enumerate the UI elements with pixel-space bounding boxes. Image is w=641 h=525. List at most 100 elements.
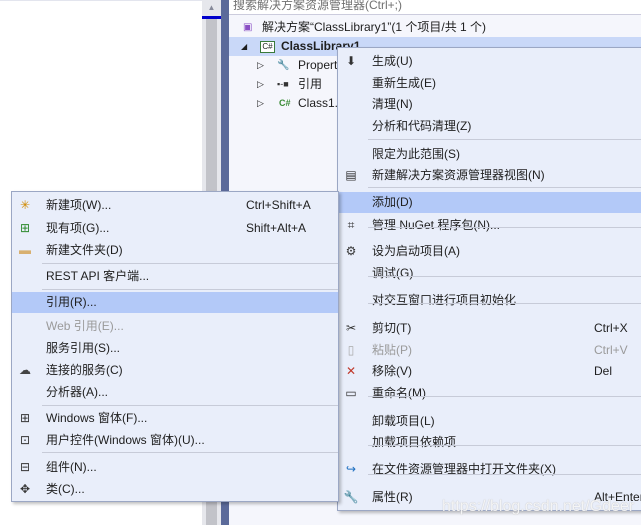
- menu-item[interactable]: ▤ 新建解决方案资源管理器视图(N): [338, 165, 641, 186]
- gear-icon: ⚙: [345, 244, 357, 258]
- menu-item-label: 新建项(W)...: [46, 198, 112, 212]
- menu-item[interactable]: ↪ 在文件资源管理器中打开文件夹(X): [338, 459, 641, 480]
- menu-item[interactable]: ⊞ 现有项(G)... Shift+Alt+A: [12, 218, 338, 239]
- menu-item-label: 添加(D): [372, 195, 413, 209]
- menu-separator: [42, 263, 338, 264]
- menu-item-shortcut: Ctrl+X: [594, 321, 628, 335]
- menu-item-label: 新建解决方案资源管理器视图(N): [372, 168, 545, 182]
- menu-item[interactable]: 分析和代码清理(Z): [338, 116, 641, 137]
- menu-item[interactable]: ▯ 粘贴(P) Ctrl+V: [338, 340, 641, 361]
- menu-item[interactable]: REST API 客户端...: [12, 266, 338, 287]
- add-submenu: ✳ 新建项(W)... Ctrl+Shift+A ⊞ 现有项(G)... Shift+Al…: [11, 191, 339, 502]
- collapsed-arrow-icon[interactable]: ▷: [257, 75, 264, 94]
- menu-separator: [368, 139, 641, 140]
- connected-service-icon: ☁: [19, 363, 31, 377]
- menu-item[interactable]: ⊟ 组件(N)...: [12, 457, 338, 478]
- new-view-icon: ▤: [345, 168, 357, 182]
- menu-separator: [368, 276, 641, 277]
- search-input[interactable]: 搜索解决方案资源管理器(Ctrl+;): [229, 0, 641, 15]
- menu-item-shortcut: Alt+Enter: [594, 490, 641, 504]
- menu-item-label: 分析器(A)...: [46, 385, 108, 399]
- remove-icon: ✕: [345, 364, 357, 378]
- menu-item-label: 用户控件(Windows 窗体)(U)...: [46, 433, 205, 447]
- menu-item-label: 对交互窗口进行项目初始化: [372, 293, 517, 307]
- menu-item[interactable]: 加载项目依赖项: [338, 432, 641, 453]
- menu-item[interactable]: 分析器(A)...: [12, 382, 338, 403]
- menu-item[interactable]: ▭ 重命名(M): [338, 383, 641, 404]
- menu-item-label: 清理(N): [372, 97, 413, 111]
- menu-item[interactable]: ⌗ 管理 NuGet 程序包(N)...: [338, 215, 641, 236]
- menu-item[interactable]: Web 引用(E)...: [12, 316, 338, 337]
- menu-item-label: 设为启动项目(A): [372, 244, 460, 258]
- menu-item-label: 属性(R): [372, 490, 413, 504]
- menu-item[interactable]: ⚙ 设为启动项目(A): [338, 241, 641, 262]
- solution-icon: ▣: [243, 22, 253, 33]
- menu-item-label: 卸载项目(L): [372, 414, 435, 428]
- menu-item[interactable]: 服务引用(S)...: [12, 338, 338, 359]
- existing-item-icon: ⊞: [19, 221, 31, 235]
- menu-item-label: 移除(V): [372, 364, 412, 378]
- menu-item-label: 类(C)...: [46, 482, 85, 496]
- menu-item[interactable]: ✕ 移除(V) Del: [338, 361, 641, 382]
- expanded-arrow-icon[interactable]: ◢: [241, 37, 247, 56]
- menu-item-label: 调试(G): [372, 266, 414, 280]
- menu-item[interactable]: ⊞ Windows 窗体(F)...: [12, 408, 338, 429]
- menu-item-label: 服务引用(S)...: [46, 341, 120, 355]
- menu-item-label: 连接的服务(C): [46, 363, 123, 377]
- menu-separator: [368, 445, 641, 446]
- menu-item-label: 重新生成(E): [372, 76, 436, 90]
- menu-item[interactable]: ☁ 连接的服务(C): [12, 360, 338, 381]
- menu-item-label: 现有项(G)...: [46, 221, 110, 235]
- user-control-icon: ⊡: [19, 433, 31, 447]
- paste-icon: ▯: [347, 343, 355, 357]
- menu-item-label: 分析和代码清理(Z): [372, 119, 472, 133]
- class-icon: ✥: [19, 482, 31, 496]
- collapsed-arrow-icon[interactable]: ▷: [257, 56, 264, 75]
- menu-item[interactable]: 🔧 属性(R) Alt+Enter: [338, 487, 641, 508]
- collapsed-arrow-icon[interactable]: ▷: [257, 94, 264, 113]
- menu-item[interactable]: 卸载项目(L): [338, 411, 641, 432]
- menu-item[interactable]: 引用(R)...: [12, 292, 338, 313]
- menu-item-label: 管理 NuGet 程序包(N)...: [372, 218, 501, 232]
- menu-item[interactable]: ▬ 新建文件夹(D): [12, 240, 338, 261]
- menu-item[interactable]: 重新生成(E): [338, 73, 641, 94]
- menu-item-label: REST API 客户端...: [46, 269, 150, 283]
- menu-separator: [368, 227, 641, 228]
- menu-item-label: 新建文件夹(D): [46, 243, 123, 257]
- csharp-project-icon: C#: [260, 41, 275, 53]
- menu-separator: [368, 187, 641, 188]
- menu-item-label: Web 引用(E)...: [46, 319, 124, 333]
- menu-item-label: Windows 窗体(F)...: [46, 411, 148, 425]
- menu-item-label: 生成(U): [372, 54, 413, 68]
- menu-item[interactable]: ✂ 剪切(T) Ctrl+X: [338, 318, 641, 339]
- menu-item[interactable]: 调试(G): [338, 263, 641, 284]
- menu-item[interactable]: ✳ 新建项(W)... Ctrl+Shift+A: [12, 195, 338, 216]
- menu-item-label: 剪切(T): [372, 321, 412, 335]
- menu-item[interactable]: ✥ 类(C)...: [12, 479, 338, 500]
- windows-form-icon: ⊞: [19, 411, 31, 425]
- component-icon: ⊟: [19, 460, 31, 474]
- menu-item[interactable]: 限定为此范围(S): [338, 144, 641, 165]
- solution-label: 解决方案“ClassLibrary1”(1 个项目/共 1 个): [262, 20, 487, 34]
- menu-item[interactable]: 对交互窗口进行项目初始化: [338, 290, 641, 311]
- menu-item-label: 引用(R)...: [46, 295, 97, 309]
- menu-item[interactable]: ⬇ 生成(U): [338, 51, 641, 72]
- menu-item-label: 粘贴(P): [372, 343, 412, 357]
- build-icon: ⬇: [345, 54, 357, 68]
- menu-item[interactable]: 添加(D): [338, 192, 641, 213]
- menu-item-shortcut: Del: [594, 364, 613, 378]
- menu-item[interactable]: ⊡ 用户控件(Windows 窗体)(U)...: [12, 430, 338, 451]
- new-folder-icon: ▬: [19, 243, 31, 257]
- wrench-icon: 🔧: [343, 490, 359, 504]
- tree-solution[interactable]: ▣ 解决方案“ClassLibrary1”(1 个项目/共 1 个): [229, 18, 641, 37]
- menu-item-shortcut: Shift+Alt+A: [246, 221, 307, 235]
- scroll-up-icon[interactable]: ▲: [202, 0, 221, 16]
- menu-item[interactable]: 清理(N): [338, 94, 641, 115]
- menu-separator: [42, 289, 338, 290]
- menu-item-label: 在文件资源管理器中打开文件夹(X): [372, 462, 556, 476]
- menu-item-label: 重命名(M): [372, 386, 426, 400]
- menu-separator: [42, 452, 338, 453]
- new-item-icon: ✳: [19, 198, 31, 212]
- menu-item-shortcut: Ctrl+V: [594, 343, 628, 357]
- scissors-icon: ✂: [345, 321, 357, 335]
